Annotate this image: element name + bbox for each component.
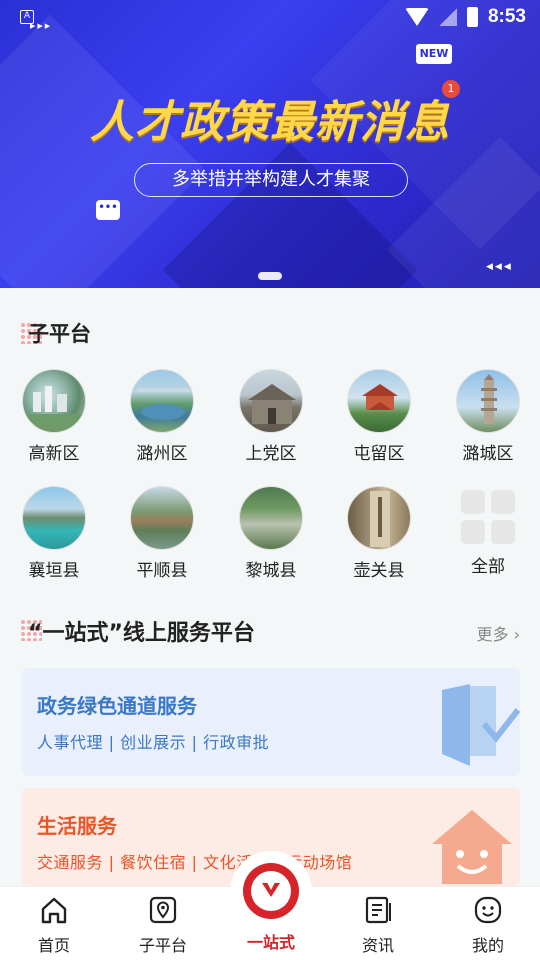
carousel-indicator <box>258 272 282 280</box>
district-label: 黎城县 <box>245 561 297 581</box>
district-label: 襄垣县 <box>28 561 80 581</box>
nav-label: 子平台 <box>138 936 187 955</box>
card-title: 生活服务 <box>37 814 117 838</box>
district-thumbnail <box>130 486 194 550</box>
section-title: 子平台 <box>28 322 91 346</box>
location-pin-icon <box>149 896 177 924</box>
bottom-nav: 首页 子平台 一站式 资讯 我的 <box>0 851 540 960</box>
district-thumbnail <box>347 486 411 550</box>
clock: 8:53 <box>487 6 526 27</box>
rewind-arrows-icon: ◀◀◀ <box>486 262 513 272</box>
nav-news[interactable]: 资讯 <box>333 895 423 956</box>
district-label: 潞州区 <box>136 444 188 464</box>
district-label: 全部 <box>471 557 505 577</box>
district-shangdang[interactable]: 上党区 <box>226 369 316 464</box>
banner[interactable]: A ▶▶▶ 8:53 NEW 1 人才政策最新消息 多举措并举构建人才集聚 ••… <box>0 0 540 288</box>
district-thumbnail <box>239 369 303 433</box>
door-check-icon <box>442 684 520 766</box>
nav-home[interactable]: 首页 <box>9 895 99 956</box>
wifi-icon <box>404 8 429 26</box>
more-link[interactable]: 更多 › <box>476 621 520 645</box>
nav-label: 首页 <box>37 936 70 955</box>
district-luzhou[interactable]: 潞州区 <box>117 369 207 464</box>
district-thumbnail <box>130 369 194 433</box>
card-description: 人事代理 | 创业展示 | 行政审批 <box>37 733 270 752</box>
district-label: 上党区 <box>245 444 297 464</box>
main-content[interactable]: 子平台 高新区 潞州区 上党区 屯留区 潞城区 襄垣县 平顺县 黎城县 壶关县 … <box>0 288 540 886</box>
smiling-house-icon <box>432 810 512 884</box>
district-thumbnail <box>22 486 86 550</box>
more-label: 更多 <box>476 625 509 644</box>
district-thumbnail <box>239 486 303 550</box>
district-thumbnail <box>347 369 411 433</box>
district-pingshun[interactable]: 平顺县 <box>117 486 207 581</box>
nav-label-one-stop: 一站式 <box>246 933 295 952</box>
document-icon <box>365 896 391 924</box>
service-card-government[interactable]: 政务绿色通道服务 人事代理 | 创业展示 | 行政审批 <box>22 668 520 776</box>
district-label: 壶关县 <box>353 561 405 581</box>
home-icon <box>41 897 67 924</box>
district-huguan[interactable]: 壶关县 <box>334 486 424 581</box>
chat-bubble-icon: ••• <box>96 200 120 220</box>
nav-sub-platform[interactable]: 子平台 <box>118 895 208 956</box>
nav-label: 我的 <box>471 936 504 955</box>
new-badge: NEW <box>416 44 452 64</box>
one-stop-logo-icon <box>243 863 299 919</box>
battery-icon <box>466 7 478 27</box>
all-districts-button[interactable]: 全部 <box>443 486 533 577</box>
play-arrows-icon: ▶▶▶ <box>30 22 53 30</box>
district-label: 高新区 <box>28 444 80 464</box>
smiley-icon <box>474 896 502 924</box>
banner-title: 人才政策最新消息 <box>90 97 450 148</box>
district-gaoxin[interactable]: 高新区 <box>9 369 99 464</box>
sub-platform-header: 子平台 <box>20 318 91 348</box>
district-licheng[interactable]: 黎城县 <box>226 486 316 581</box>
district-label: 屯留区 <box>353 444 405 464</box>
one-stop-header: “一站式”线上服务平台 <box>20 615 255 647</box>
district-thumbnail <box>456 369 520 433</box>
banner-decoration <box>0 14 206 288</box>
grid-icon <box>461 490 515 544</box>
status-bar: A ▶▶▶ 8:53 <box>0 0 540 36</box>
district-label: 潞城区 <box>462 444 514 464</box>
nav-one-stop[interactable] <box>230 851 312 933</box>
nav-mine[interactable]: 我的 <box>443 895 533 956</box>
chevron-right-icon: › <box>513 625 520 644</box>
nav-label: 资讯 <box>361 936 394 955</box>
section-title: “一站式”线上服务平台 <box>28 621 255 646</box>
banner-subtitle: 多举措并举构建人才集聚 <box>134 163 408 197</box>
district-thumbnail <box>22 369 86 433</box>
district-label: 平顺县 <box>136 561 188 581</box>
signal-icon <box>438 8 457 26</box>
district-lucheng[interactable]: 潞城区 <box>443 369 533 464</box>
district-xiangyuan[interactable]: 襄垣县 <box>9 486 99 581</box>
card-title: 政务绿色通道服务 <box>37 694 197 718</box>
district-tunliu[interactable]: 屯留区 <box>334 369 424 464</box>
